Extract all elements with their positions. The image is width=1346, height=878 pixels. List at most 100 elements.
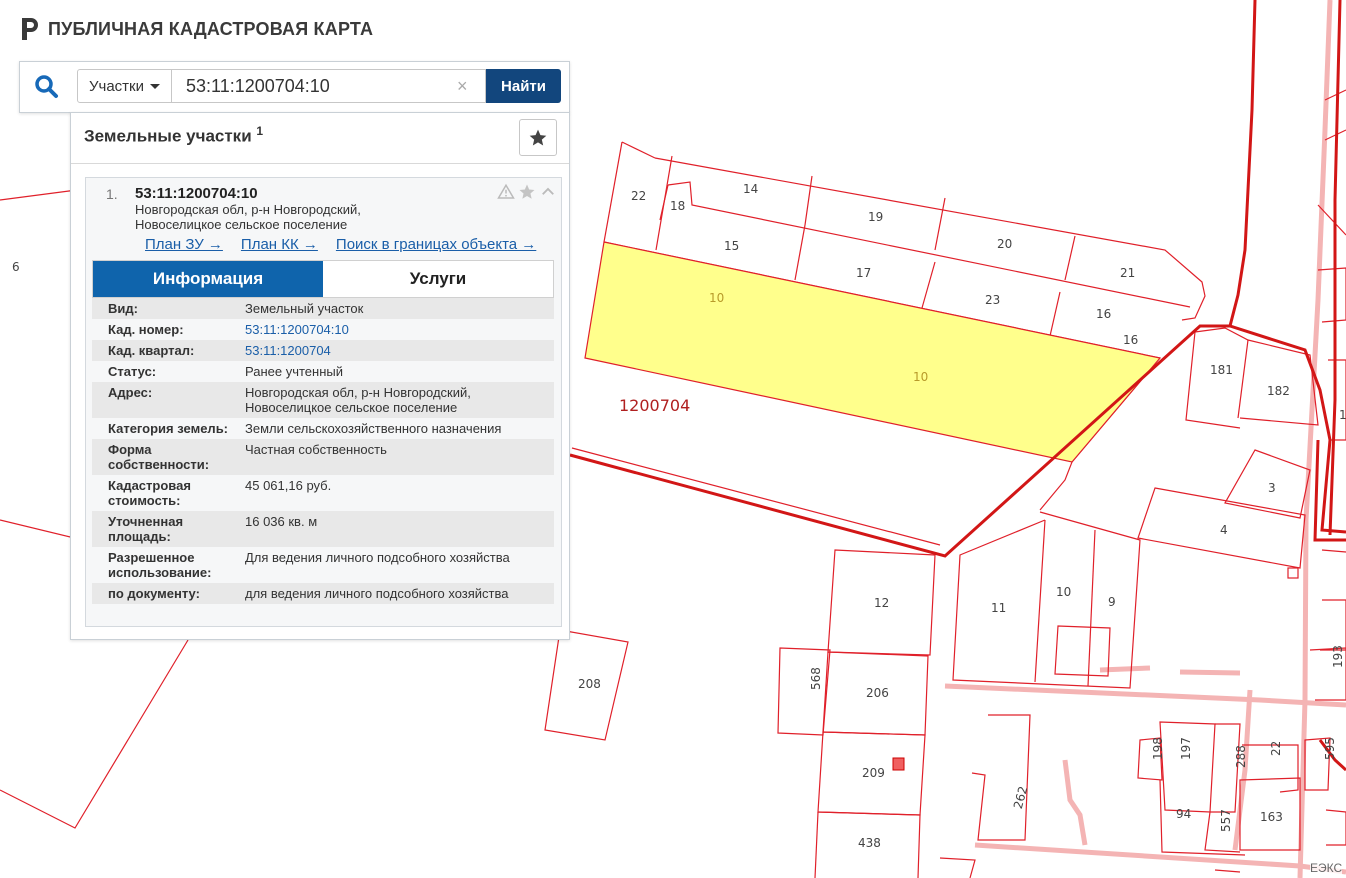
parcel-label: 22 bbox=[631, 189, 646, 203]
building-marker bbox=[892, 757, 905, 771]
parcel-label: 10 bbox=[1056, 585, 1071, 599]
search-panel: Участки 53:11:1200704:10 × Найти bbox=[19, 61, 570, 113]
results-count: 1 bbox=[256, 124, 264, 138]
result-links: План ЗУ → План КК → Поиск в границах объ… bbox=[145, 236, 536, 253]
parcel-label: 21 bbox=[1120, 266, 1135, 280]
info-row: Кад. номер: 53:11:1200704:10 bbox=[92, 319, 554, 340]
warning-icon[interactable] bbox=[497, 183, 515, 201]
info-row: Кадастровая стоимость: 45 061,16 руб. bbox=[92, 475, 554, 511]
search-query: 53:11:1200704:10 bbox=[186, 75, 330, 96]
parcel-label: 1 bbox=[1339, 408, 1346, 422]
info-key: Адрес: bbox=[108, 385, 153, 400]
result-address: Новгородская обл, р-н Новгородский, Ново… bbox=[135, 202, 361, 232]
result-cadastral-id[interactable]: 53:11:1200704:10 bbox=[135, 185, 258, 202]
parcel-label: 17 bbox=[856, 266, 871, 280]
parcel-label: 20 bbox=[997, 237, 1012, 251]
parcel-label: 23 bbox=[985, 293, 1000, 307]
parcel-label: 94 bbox=[1176, 807, 1191, 821]
search-input[interactable]: 53:11:1200704:10 bbox=[171, 69, 486, 103]
result-number: 1. bbox=[106, 186, 118, 202]
info-key: Статус: bbox=[108, 364, 157, 379]
info-row: по документу: для ведения личного подсоб… bbox=[92, 583, 554, 604]
parcel-label: 11 bbox=[991, 601, 1006, 615]
results-title: Земельные участки 1 bbox=[84, 124, 264, 146]
parcel-label: 197 bbox=[1179, 737, 1193, 760]
info-key: Разрешенное использование: bbox=[108, 550, 212, 580]
parcel-label: 10 bbox=[709, 291, 724, 305]
chevron-up-icon[interactable] bbox=[539, 183, 557, 201]
info-key: Кад. квартал: bbox=[108, 343, 195, 358]
link-plan-zu[interactable]: План ЗУ → bbox=[145, 236, 223, 253]
info-key: Вид: bbox=[108, 301, 138, 316]
result-tabs: Информация Услуги bbox=[92, 260, 554, 298]
map-attribution: ЕЭКС bbox=[1310, 861, 1343, 875]
info-value: 16 036 кв. м bbox=[245, 514, 318, 529]
info-value: Земельный участок bbox=[245, 301, 364, 316]
parcel-label: 206 bbox=[866, 686, 889, 700]
info-row: Форма собственности: Частная собственнос… bbox=[92, 439, 554, 475]
clear-icon[interactable]: × bbox=[457, 76, 468, 97]
parcel-label: 557 bbox=[1219, 809, 1233, 832]
caret-down-icon bbox=[150, 83, 160, 89]
parcel-label: 15 bbox=[724, 239, 739, 253]
info-value: 45 061,16 руб. bbox=[245, 478, 332, 493]
info-key: Кад. номер: bbox=[108, 322, 184, 337]
tab-information[interactable]: Информация bbox=[93, 261, 323, 297]
info-row: Статус: Ранее учтенный bbox=[92, 361, 554, 382]
parcel-label: 3 bbox=[1268, 481, 1276, 495]
selected-parcel[interactable] bbox=[584, 241, 1162, 463]
info-value: Новгородская обл, р-н Новгородский, Ново… bbox=[245, 385, 471, 415]
link-plan-kk[interactable]: План КК → bbox=[241, 236, 318, 253]
rosreestr-logo-icon bbox=[22, 18, 38, 40]
search-icon[interactable] bbox=[32, 72, 62, 102]
star-icon bbox=[529, 129, 547, 145]
star-icon[interactable] bbox=[518, 183, 536, 201]
results-panel: Земельные участки 1 1. 53:11:1200704:10 … bbox=[70, 112, 570, 640]
info-row: Уточненная площадь: 16 036 кв. м bbox=[92, 511, 554, 547]
parcel-label: 9 bbox=[1108, 595, 1116, 609]
info-value: Земли сельскохозяйственного назначения bbox=[245, 421, 502, 436]
quarter-label: 1200704 bbox=[619, 396, 690, 415]
info-row: Адрес: Новгородская обл, р-н Новгородски… bbox=[92, 382, 554, 418]
link-search-in-bounds[interactable]: Поиск в границах объекта → bbox=[336, 236, 536, 253]
cadastral-quarter-link[interactable]: 53:11:1200704 bbox=[245, 343, 554, 358]
parcel-label: 22 bbox=[1269, 741, 1283, 756]
parcel-label: 198 bbox=[1151, 737, 1165, 760]
info-value: Ранее учтенный bbox=[245, 364, 343, 379]
find-button[interactable]: Найти bbox=[486, 69, 561, 103]
parcel-label: 262 bbox=[1011, 785, 1030, 811]
parcel-label: 18 bbox=[670, 199, 685, 213]
parcel-label: 208 bbox=[578, 677, 601, 691]
parcel-label: 568 bbox=[809, 667, 823, 690]
result-card[interactable]: 1. 53:11:1200704:10 Новгородская обл, р-… bbox=[85, 177, 562, 627]
info-value: для ведения личного подсобного хозяйства bbox=[245, 586, 509, 601]
info-key: Форма собственности: bbox=[108, 442, 210, 472]
parcel-label: 16 bbox=[1123, 333, 1138, 347]
parcel-label: 595 bbox=[1323, 737, 1337, 760]
favorites-button[interactable] bbox=[519, 119, 557, 156]
info-key: Уточненная площадь: bbox=[108, 514, 184, 544]
parcel-label: 12 bbox=[874, 596, 889, 610]
info-key: Кадастровая стоимость: bbox=[108, 478, 191, 508]
parcel-label: 193 bbox=[1331, 645, 1345, 668]
search-type-select[interactable]: Участки bbox=[77, 69, 172, 103]
parcel-label: 209 bbox=[862, 766, 885, 780]
info-value: Частная собственность bbox=[245, 442, 387, 457]
parcel-label: 438 bbox=[858, 836, 881, 850]
card-actions bbox=[497, 183, 557, 201]
info-row: Вид: Земельный участок bbox=[92, 298, 554, 319]
parcel-label: 16 bbox=[1096, 307, 1111, 321]
parcel-label: 4 bbox=[1220, 523, 1228, 537]
parcel-label: 163 bbox=[1260, 810, 1283, 824]
info-value: Для ведения личного подсобного хозяйства bbox=[245, 550, 510, 565]
cadastral-number-link[interactable]: 53:11:1200704:10 bbox=[245, 322, 554, 337]
parcel-label: 14 bbox=[743, 182, 758, 196]
info-key: Категория земель: bbox=[108, 421, 229, 436]
tab-services[interactable]: Услуги bbox=[323, 261, 553, 297]
divider bbox=[71, 163, 569, 164]
parcel-label: 19 bbox=[868, 210, 883, 224]
parcel-label: 10 bbox=[913, 370, 928, 384]
info-row: Разрешенное использование: Для ведения л… bbox=[92, 547, 554, 583]
search-type-label: Участки bbox=[89, 77, 144, 95]
info-row: Категория земель: Земли сельскохозяйстве… bbox=[92, 418, 554, 439]
